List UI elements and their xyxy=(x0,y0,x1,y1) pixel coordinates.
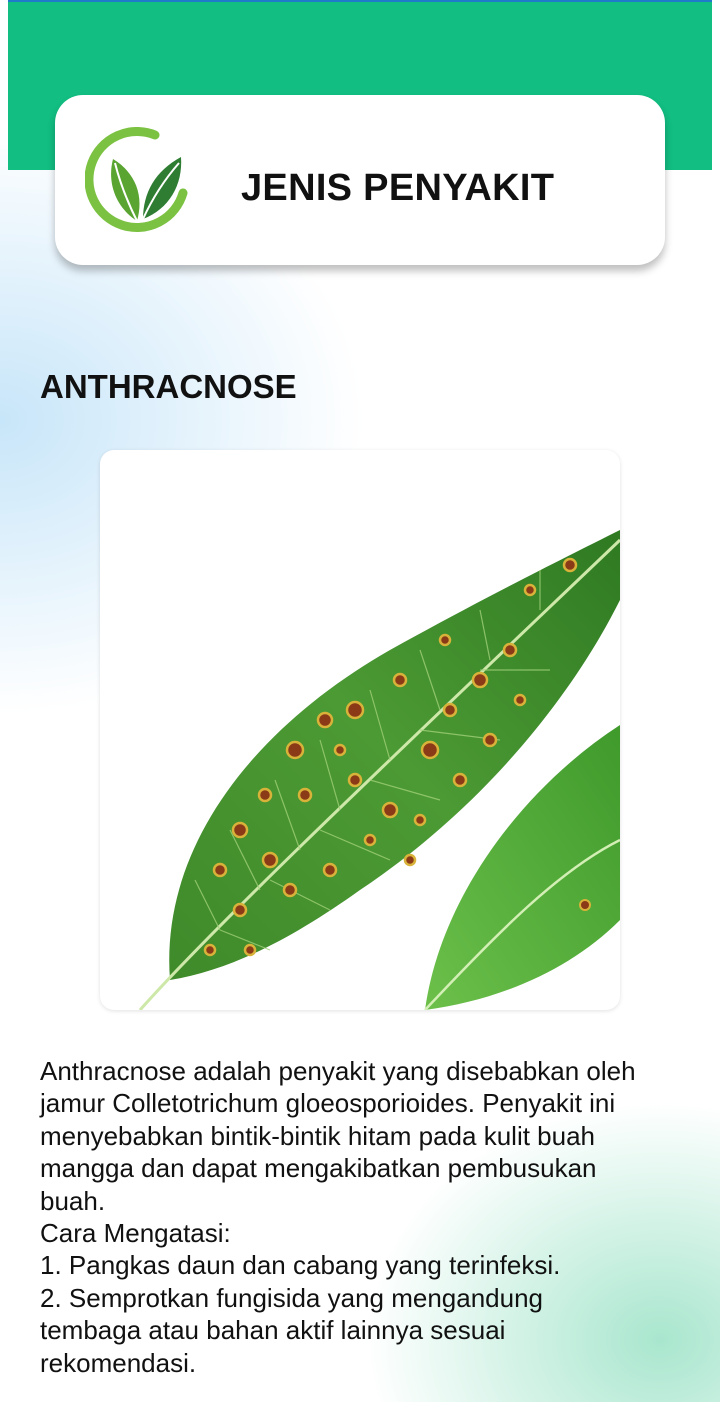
leaf-logo-icon xyxy=(84,127,189,235)
disease-description: Anthracnose adalah penyakit yang disebab… xyxy=(40,1056,636,1378)
disease-name: ANTHRACNOSE xyxy=(40,368,297,405)
disease-image xyxy=(100,450,620,1010)
header-card: JENIS PENYAKIT xyxy=(55,95,665,265)
page-title: JENIS PENYAKIT xyxy=(241,167,555,209)
